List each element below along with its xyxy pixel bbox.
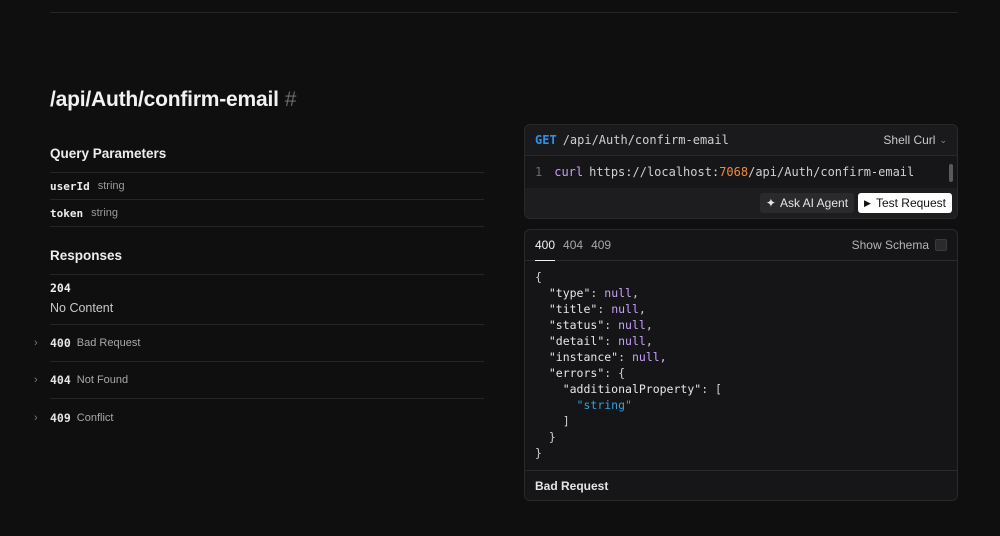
json-line: "errors": { bbox=[548, 366, 626, 380]
tab-400[interactable]: 400 bbox=[535, 230, 556, 261]
top-divider bbox=[50, 12, 958, 13]
param-name: token bbox=[50, 206, 84, 220]
response-code: 409 bbox=[50, 410, 71, 425]
ask-ai-agent-button[interactable]: ✦ Ask AI Agent bbox=[759, 193, 855, 213]
request-path: /api/Auth/confirm-email bbox=[562, 133, 729, 147]
json-line: { bbox=[535, 270, 542, 284]
json-line: "detail": null, bbox=[548, 334, 653, 348]
param-row-token: token string bbox=[50, 200, 484, 227]
json-line: "instance": null, bbox=[548, 350, 667, 364]
response-tabs: 400 404 409 Show Schema bbox=[525, 230, 957, 261]
curl-url: https://localhost:7068/api/Auth/confirm-… bbox=[589, 165, 915, 179]
response-description-footer: Bad Request bbox=[525, 470, 957, 500]
language-select[interactable]: Shell Curl ⌄ bbox=[883, 133, 947, 147]
line-number: 1 bbox=[535, 165, 543, 179]
response-description: Conflict bbox=[76, 411, 114, 424]
show-schema-label: Show Schema bbox=[851, 238, 929, 252]
query-parameters-heading: Query Parameters bbox=[50, 145, 484, 173]
response-code: 204 bbox=[50, 281, 71, 295]
response-code: 400 bbox=[50, 336, 71, 350]
http-method: GET bbox=[535, 133, 557, 147]
response-code: 404 bbox=[50, 373, 71, 387]
chevron-down-icon: ⌄ bbox=[939, 134, 947, 145]
json-line: "status": null, bbox=[548, 318, 653, 332]
anchor-link-icon[interactable]: # bbox=[285, 88, 297, 111]
show-schema-toggle[interactable]: Show Schema bbox=[852, 238, 947, 252]
response-description: Not Found bbox=[76, 374, 129, 386]
response-description: No Content bbox=[50, 301, 114, 315]
response-404-toggle[interactable]: › 404 Not Found bbox=[34, 362, 484, 399]
param-type: string bbox=[97, 180, 125, 192]
show-schema-checkbox[interactable] bbox=[935, 239, 947, 251]
response-description: Bad Request bbox=[76, 337, 141, 349]
request-header: GET /api/Auth/confirm-email Shell Curl ⌄ bbox=[525, 125, 957, 156]
json-line: "type": null, bbox=[548, 286, 639, 300]
response-204: 204 No Content bbox=[50, 275, 484, 325]
param-name: userId bbox=[50, 179, 90, 193]
tab-404[interactable]: 404 bbox=[563, 230, 583, 261]
url-port: 7068 bbox=[719, 165, 749, 179]
request-example-card: GET /api/Auth/confirm-email Shell Curl ⌄… bbox=[524, 124, 958, 219]
chevron-right-icon: › bbox=[34, 411, 38, 424]
sparkle-icon: ✦ bbox=[765, 196, 776, 210]
json-line: "additionalProperty": [ bbox=[562, 382, 722, 396]
request-actions: ✦ Ask AI Agent ▶ Test Request bbox=[525, 188, 957, 218]
json-line: } bbox=[535, 446, 542, 460]
play-icon: ▶ bbox=[864, 197, 871, 208]
test-request-button[interactable]: ▶ Test Request bbox=[858, 193, 952, 213]
json-line: "title": null, bbox=[548, 302, 646, 316]
page-title: /api/Auth/confirm-email # bbox=[50, 88, 297, 111]
chevron-right-icon: › bbox=[34, 374, 38, 386]
response-json: { "type": null, "title": null, "status":… bbox=[525, 261, 957, 471]
chevron-right-icon: › bbox=[34, 337, 38, 349]
tab-409[interactable]: 409 bbox=[591, 230, 611, 261]
response-example-card: 400 404 409 Show Schema { "type": null, … bbox=[524, 229, 958, 501]
json-line: ] bbox=[535, 414, 570, 428]
json-line: "string" bbox=[576, 398, 632, 412]
curl-command: curl bbox=[554, 165, 584, 179]
responses-heading: Responses bbox=[50, 247, 484, 275]
param-type: string bbox=[91, 207, 119, 219]
response-409-toggle[interactable]: › 409 Conflict bbox=[34, 399, 484, 436]
response-400-toggle[interactable]: › 400 Bad Request bbox=[34, 325, 484, 362]
code-scrollbar[interactable] bbox=[949, 164, 953, 182]
ask-ai-label: Ask AI Agent bbox=[779, 196, 849, 210]
curl-code-block[interactable]: 1 curl https://localhost:7068/api/Auth/c… bbox=[525, 156, 957, 188]
language-label: Shell Curl bbox=[883, 133, 936, 147]
json-line: } bbox=[535, 430, 556, 444]
endpoint-details: Query Parameters userId string token str… bbox=[34, 145, 484, 436]
param-row-userid: userId string bbox=[50, 173, 484, 200]
test-request-label: Test Request bbox=[875, 196, 946, 210]
